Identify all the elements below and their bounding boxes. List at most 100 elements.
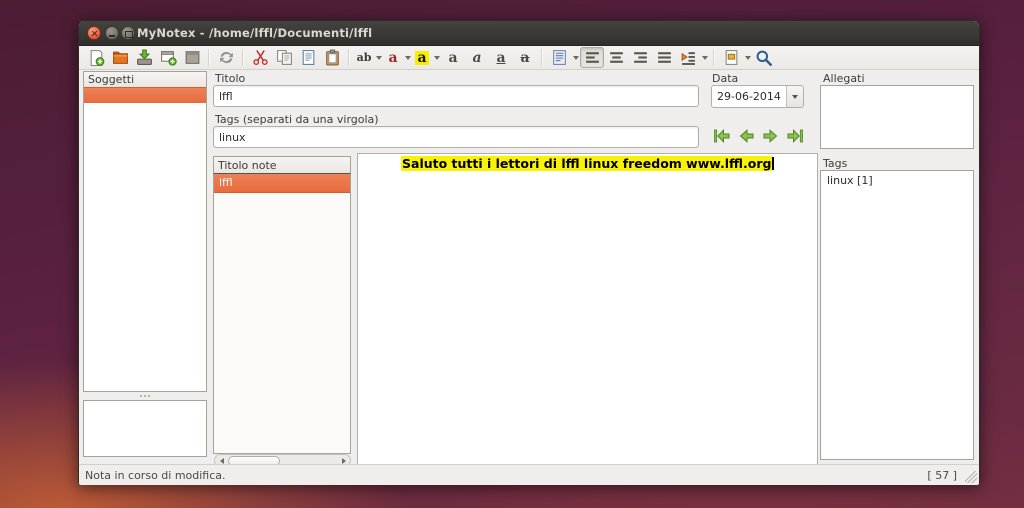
toolbar-separator	[713, 49, 715, 66]
save-icon	[136, 49, 153, 66]
title-input[interactable]	[213, 85, 699, 107]
paragraph-style-button[interactable]	[547, 47, 571, 68]
note-list-item[interactable]: lffl	[214, 174, 350, 193]
date-combo[interactable]: 29-06-2014	[711, 85, 804, 108]
grid-panel-icon	[184, 49, 201, 66]
cut-button[interactable]	[248, 47, 272, 68]
paste-clipboard-icon	[324, 49, 341, 66]
new-note-button[interactable]	[84, 47, 108, 68]
close-icon[interactable]	[87, 26, 101, 40]
date-value: 29-06-2014	[712, 86, 786, 107]
align-justify-icon	[656, 49, 673, 66]
highlight-color-button[interactable]: a	[412, 47, 432, 68]
date-dropdown[interactable]	[786, 86, 803, 107]
align-justify-button[interactable]	[652, 47, 676, 68]
notes-list[interactable]: lffl	[213, 174, 351, 454]
note-title: lffl	[219, 176, 233, 189]
insert-object-icon	[723, 49, 740, 66]
copy-icon	[276, 49, 293, 66]
subjects-header-label: Soggetti	[88, 73, 134, 86]
new-window-icon	[160, 49, 177, 66]
maximize-icon[interactable]	[121, 26, 135, 40]
align-center-icon	[608, 49, 625, 66]
paste-text-icon	[300, 49, 317, 66]
tag-list-item[interactable]: linux [1]	[821, 171, 973, 187]
highlight-color-dropdown[interactable]	[432, 47, 441, 68]
insert-object-button[interactable]	[719, 47, 743, 68]
bold-icon: a	[448, 51, 457, 65]
search-icon	[755, 49, 773, 67]
highlighted-text: Saluto tutti i lettori di lffl linux fre…	[401, 156, 772, 171]
grid-panel-button[interactable]	[180, 47, 204, 68]
open-file-button[interactable]	[108, 47, 132, 68]
insert-object-dropdown[interactable]	[743, 47, 752, 68]
align-left-icon	[584, 49, 601, 66]
notes-header[interactable]: Titolo note	[213, 156, 351, 174]
window-title: MyNotex - /home/lffl/Documenti/lffl	[137, 26, 372, 40]
next-note-button[interactable]	[762, 128, 779, 144]
paragraph-style-dropdown[interactable]	[571, 47, 580, 68]
list-indent-button[interactable]	[676, 47, 700, 68]
toolbar: ab a a a a a a	[79, 46, 979, 70]
underline-icon: a	[496, 51, 505, 65]
title-label: Titolo	[215, 72, 245, 85]
tags-list[interactable]: linux [1]	[820, 170, 974, 460]
align-right-icon	[632, 49, 649, 66]
copy-button[interactable]	[272, 47, 296, 68]
list-indent-dropdown[interactable]	[700, 47, 709, 68]
tags-field-label: Tags (separati da una virgola)	[215, 113, 379, 126]
paste-button[interactable]	[320, 47, 344, 68]
save-button[interactable]	[132, 47, 156, 68]
note-counter: [ 57 ]	[927, 469, 957, 482]
strikethrough-icon: a	[520, 51, 529, 65]
status-message: Nota in corso di modifica.	[85, 469, 226, 482]
toolbar-separator	[242, 49, 244, 66]
first-note-button[interactable]	[714, 128, 731, 144]
bold-button[interactable]: a	[441, 47, 465, 68]
align-left-button[interactable]	[580, 47, 604, 68]
italic-button[interactable]: a	[465, 47, 489, 68]
underline-button[interactable]: a	[489, 47, 513, 68]
new-note-icon	[88, 49, 105, 66]
font-color-icon: a	[388, 51, 397, 65]
attachments-box[interactable]	[820, 85, 974, 149]
note-editor[interactable]: Saluto tutti i lettori di lffl linux fre…	[357, 153, 818, 466]
date-label: Data	[712, 72, 738, 85]
tag-label: linux [1]	[827, 174, 873, 187]
previous-note-button[interactable]	[738, 128, 755, 144]
toolbar-separator	[348, 49, 350, 66]
font-name-button[interactable]: ab	[354, 47, 374, 68]
subjects-splitter[interactable]	[83, 392, 207, 400]
align-right-button[interactable]	[628, 47, 652, 68]
tags-input[interactable]	[213, 126, 699, 148]
subjects-list[interactable]	[83, 87, 207, 392]
mynotex-window: MyNotex - /home/lffl/Documenti/lffl	[78, 20, 980, 485]
subjects-header[interactable]: Soggetti	[83, 71, 207, 88]
tags-panel-label: Tags	[823, 157, 847, 170]
refresh-button[interactable]	[214, 47, 238, 68]
new-window-button[interactable]	[156, 47, 180, 68]
toolbar-separator	[208, 49, 210, 66]
font-color-button[interactable]: a	[383, 47, 403, 68]
resize-grip-icon[interactable]	[965, 471, 977, 483]
strikethrough-button[interactable]: a	[513, 47, 537, 68]
last-note-button[interactable]	[786, 128, 803, 144]
font-color-dropdown[interactable]	[403, 47, 412, 68]
italic-icon: a	[472, 51, 481, 65]
list-indent-icon	[680, 49, 697, 66]
refresh-icon	[218, 49, 235, 66]
statusbar: Nota in corso di modifica. [ 57 ]	[79, 464, 979, 485]
text-cursor	[772, 157, 774, 170]
font-name-dropdown[interactable]	[374, 47, 383, 68]
align-center-button[interactable]	[604, 47, 628, 68]
notes-header-label: Titolo note	[218, 159, 277, 172]
minimize-icon[interactable]	[105, 26, 119, 40]
cut-icon	[252, 49, 269, 66]
paste-text-button[interactable]	[296, 47, 320, 68]
titlebar[interactable]: MyNotex - /home/lffl/Documenti/lffl	[79, 21, 979, 46]
attachments-label: Allegati	[823, 72, 865, 85]
subjects-notes-box[interactable]	[83, 400, 207, 457]
search-button[interactable]	[752, 47, 776, 68]
open-folder-icon	[112, 49, 129, 66]
subjects-selected-row[interactable]	[84, 87, 206, 103]
